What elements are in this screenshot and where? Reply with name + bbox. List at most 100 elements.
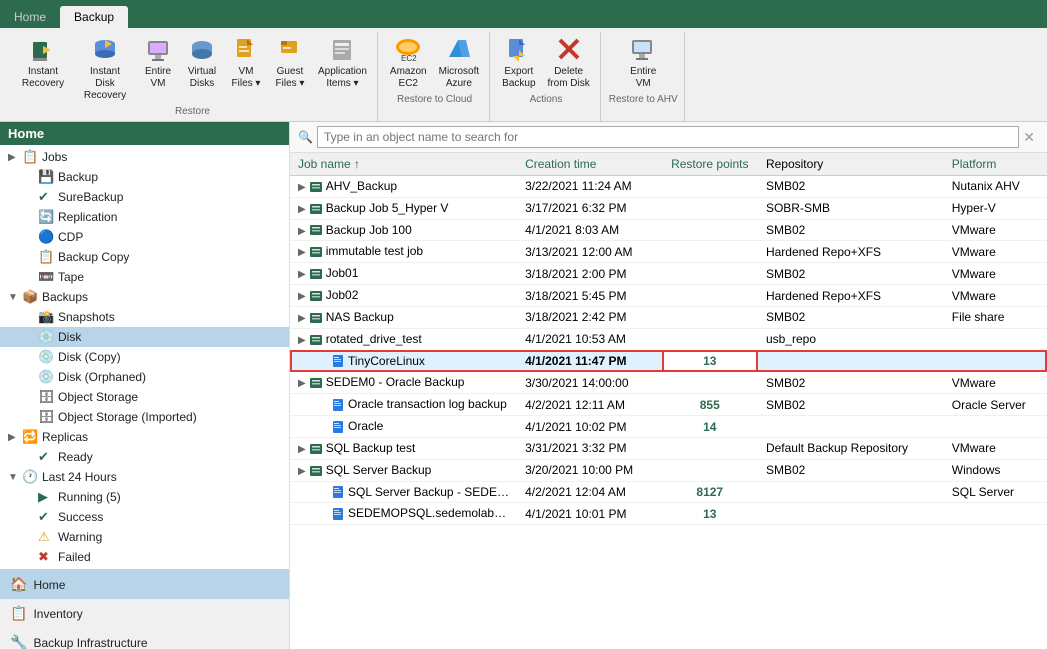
table-row[interactable]: ▶SQL Backup test3/31/2021 3:32 PMDefault… (290, 437, 1047, 459)
table-cell-repository: SMB02 (758, 394, 944, 416)
table-row[interactable]: ▶immutable test job3/13/2021 12:00 AMHar… (290, 241, 1047, 263)
sidebar-item-success[interactable]: ✔ Success (0, 507, 289, 527)
table-cell-jobname: ▶immutable test job (290, 241, 517, 263)
amazon-ec2-button[interactable]: EC2 AmazonEC2 (386, 32, 431, 92)
sidebar-item-backup[interactable]: 💾 Backup (0, 167, 289, 187)
tab-home[interactable]: Home (0, 6, 60, 28)
sidebar-item-warning[interactable]: ⚠ Warning (0, 527, 289, 547)
col-header-jobname[interactable]: Job name ↑ (290, 153, 517, 176)
bottom-nav-backup-infra[interactable]: 🔧 Backup Infrastructure (0, 628, 289, 649)
tab-backup[interactable]: Backup (60, 6, 128, 28)
table-row[interactable]: SEDEMOPSQL.sedemolab.local4/1/2021 10:01… (290, 503, 1047, 525)
table-cell-platform (944, 503, 1047, 525)
backup-copy-icon: 📋 (38, 249, 54, 265)
delete-from-disk-label: Deletefrom Disk (548, 66, 590, 90)
restore-buttons: Instant Recovery Instant DiskRecovery En… (14, 32, 371, 104)
export-backup-button[interactable]: ExportBackup (498, 32, 539, 92)
table-row[interactable]: ▶Job013/18/2021 2:00 PMSMB02VMware (290, 263, 1047, 285)
search-clear-button[interactable]: ✕ (1019, 129, 1039, 146)
search-input[interactable] (317, 126, 1019, 148)
search-bar: 🔍 ✕ (290, 122, 1047, 153)
table-body: ▶AHV_Backup3/22/2021 11:24 AMSMB02Nutani… (290, 176, 1047, 525)
table-row[interactable]: ▶Job023/18/2021 5:45 PMHardened Repo+XFS… (290, 285, 1047, 307)
vm-files-button[interactable]: VMFiles ▾ (226, 32, 266, 92)
col-header-restore[interactable]: Restore points (662, 153, 758, 176)
sidebar-item-failed[interactable]: ✖ Failed (0, 547, 289, 567)
sidebar-item-backup-copy[interactable]: 📋 Backup Copy (0, 247, 289, 267)
entire-vm-restore-button[interactable]: EntireVM (138, 32, 178, 92)
sidebar-item-disk-copy[interactable]: 💿 Disk (Copy) (0, 347, 289, 367)
instant-disk-recovery-button[interactable]: Instant DiskRecovery (76, 32, 134, 104)
sidebar-label-surebackup: SureBackup (58, 190, 123, 204)
table-cell-jobname: ▶SQL Server Backup (290, 459, 517, 481)
table-cell-creation: 3/17/2021 6:32 PM (517, 197, 662, 219)
table-row[interactable]: ▶AHV_Backup3/22/2021 11:24 AMSMB02Nutani… (290, 176, 1047, 198)
application-items-button[interactable]: ApplicationItems ▾ (314, 32, 371, 92)
table-row[interactable]: Oracle transaction log backup4/2/2021 12… (290, 394, 1047, 416)
sidebar-item-backups[interactable]: ▼ 📦 Backups (0, 287, 289, 307)
table-row[interactable]: SQL Server Backup - SEDEMOPSQL.sede...4/… (290, 481, 1047, 503)
amazon-ec2-label: AmazonEC2 (390, 66, 427, 90)
virtual-disks-button[interactable]: VirtualDisks (182, 32, 222, 92)
sidebar-label-running: Running (5) (58, 490, 121, 504)
table-row[interactable]: TinyCoreLinux4/1/2021 11:47 PM13 (290, 350, 1047, 372)
table-cell-repository: SMB02 (758, 263, 944, 285)
ribbon: Instant Recovery Instant DiskRecovery En… (0, 28, 1047, 122)
sidebar-item-ready[interactable]: ✔ Ready (0, 447, 289, 467)
table-cell-creation: 3/18/2021 5:45 PM (517, 285, 662, 307)
object-storage-imported-icon: 🗄 (38, 409, 54, 425)
table-cell-jobname: Oracle (290, 416, 517, 438)
table-cell-creation: 3/18/2021 2:00 PM (517, 263, 662, 285)
microsoft-azure-button[interactable]: MicrosoftAzure (435, 32, 484, 92)
application-items-label: ApplicationItems ▾ (318, 66, 367, 90)
sidebar-item-replicas[interactable]: ▶ 🔁 Replicas (0, 427, 289, 447)
sidebar-label-object-storage: Object Storage (58, 390, 138, 404)
sidebar-item-disk[interactable]: 💿 Disk (0, 327, 289, 347)
sidebar-item-running[interactable]: ▶ Running (5) (0, 487, 289, 507)
table-cell-restore-points (662, 328, 758, 350)
object-storage-icon: 🗄 (38, 389, 54, 405)
sidebar-item-snapshots[interactable]: 📸 Snapshots (0, 307, 289, 327)
sidebar-item-cdp[interactable]: 🔵 CDP (0, 227, 289, 247)
col-header-creation[interactable]: Creation time (517, 153, 662, 176)
table-cell-restore-points: 13 (662, 503, 758, 525)
content-area: 🔍 ✕ Job name ↑ Creation time Restore poi… (290, 122, 1047, 649)
table-row[interactable]: ▶Backup Job 5_Hyper V3/17/2021 6:32 PMSO… (290, 197, 1047, 219)
warning-icon: ⚠ (38, 529, 54, 545)
entire-vm-ahv-icon (627, 34, 659, 66)
table-row[interactable]: ▶SEDEM0 - Oracle Backup3/30/2021 14:00:0… (290, 372, 1047, 394)
sidebar-item-replication[interactable]: 🔄 Replication (0, 207, 289, 227)
cloud-group-title: Restore to Cloud (397, 94, 472, 105)
table-row[interactable]: ▶Backup Job 1004/1/2021 8:03 AMSMB02VMwa… (290, 219, 1047, 241)
sidebar-item-jobs[interactable]: ▶ 📋 Jobs (0, 147, 289, 167)
table-cell-creation: 3/31/2021 3:32 PM (517, 437, 662, 459)
export-backup-label: ExportBackup (502, 66, 535, 90)
table-cell-platform: SQL Server (944, 481, 1047, 503)
ribbon-group-ahv: EntireVM Restore to AHV (603, 32, 685, 121)
table-cell-creation: 4/1/2021 8:03 AM (517, 219, 662, 241)
col-header-repo[interactable]: Repository (758, 153, 944, 176)
table-cell-jobname: ▶AHV_Backup (290, 176, 517, 198)
guest-files-button[interactable]: GuestFiles ▾ (270, 32, 310, 92)
sidebar-item-disk-orphaned[interactable]: 💿 Disk (Orphaned) (0, 367, 289, 387)
sidebar-item-object-storage-imported[interactable]: 🗄 Object Storage (Imported) (0, 407, 289, 427)
entire-vm-ahv-button[interactable]: EntireVM (623, 32, 663, 92)
col-header-platform[interactable]: Platform (944, 153, 1047, 176)
instant-recovery-button[interactable]: Instant Recovery (14, 32, 72, 92)
row-expand-arrow: ▶ (298, 226, 306, 237)
table-row[interactable]: ▶rotated_drive_test4/1/2021 10:53 AMusb_… (290, 328, 1047, 350)
sidebar-item-tape[interactable]: 📼 Tape (0, 267, 289, 287)
table-row[interactable]: ▶SQL Server Backup3/20/2021 10:00 PMSMB0… (290, 459, 1047, 481)
delete-from-disk-button[interactable]: Deletefrom Disk (544, 32, 594, 92)
bottom-nav-home[interactable]: 🏠 Home (0, 570, 289, 599)
table-row[interactable]: Oracle4/1/2021 10:02 PM14 (290, 416, 1047, 438)
search-icon: 🔍 (298, 130, 313, 144)
sidebar-label-backup-copy: Backup Copy (58, 250, 129, 264)
instant-disk-label: Instant DiskRecovery (80, 66, 130, 102)
sidebar-item-last24h[interactable]: ▼ 🕐 Last 24 Hours (0, 467, 289, 487)
table-row[interactable]: ▶NAS Backup3/18/2021 2:42 PMSMB02File sh… (290, 306, 1047, 328)
replicas-icon: 🔁 (22, 429, 38, 445)
sidebar-item-surebackup[interactable]: ✔ SureBackup (0, 187, 289, 207)
bottom-nav-inventory[interactable]: 📋 Inventory (0, 599, 289, 628)
sidebar-item-object-storage[interactable]: 🗄 Object Storage (0, 387, 289, 407)
